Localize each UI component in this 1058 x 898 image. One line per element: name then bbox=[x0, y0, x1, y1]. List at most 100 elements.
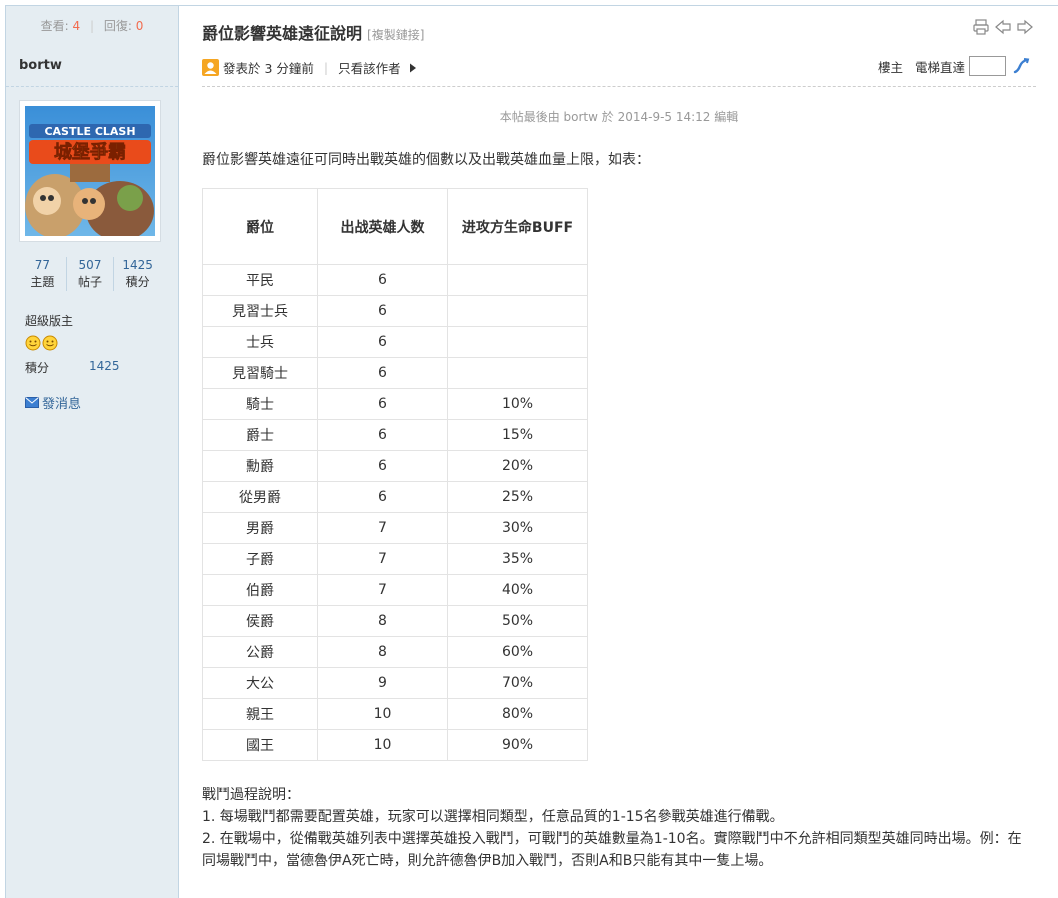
table-row: 平民 6 bbox=[202, 264, 588, 296]
table-cell: 男爵 bbox=[202, 512, 318, 544]
copy-link-button[interactable]: [複製鏈接] bbox=[367, 26, 424, 43]
table-row: 爵士 6 15% bbox=[202, 419, 588, 451]
author-name[interactable]: bortw bbox=[19, 58, 62, 73]
table-cell: 40% bbox=[447, 574, 588, 606]
post-intro: 爵位影響英雄遠征可同時出戰英雄的個數以及出戰英雄血量上限，如表： bbox=[202, 152, 650, 168]
table-row: 見習士兵 6 bbox=[202, 295, 588, 327]
table-row: 士兵 6 bbox=[202, 326, 588, 358]
posts-label: 帖子 bbox=[78, 275, 103, 289]
posts-count[interactable]: 507 帖子 bbox=[65, 257, 114, 291]
envelope-icon bbox=[25, 397, 39, 408]
table-cell: 國王 bbox=[202, 729, 318, 761]
rank-table-body: 爵位 出战英雄人数 进攻方生命BUFF 平民 6 見習士兵 6 士兵 6 見習騎士 6 騎士 6 10% 爵… bbox=[202, 188, 588, 761]
table-cell: 子爵 bbox=[202, 543, 318, 575]
credits-count[interactable]: 1425 積分 bbox=[113, 257, 161, 291]
credits-label: 積分 bbox=[125, 275, 150, 289]
thread-stats: 查看: 4 | 回復: 0 bbox=[6, 6, 178, 46]
post-title: 爵位影響英雄遠征說明 bbox=[202, 24, 363, 43]
table-cell: 9 bbox=[317, 667, 448, 699]
table-row: 見習騎士 6 bbox=[202, 357, 588, 389]
only-author-link[interactable]: 只看該作者 bbox=[338, 58, 401, 77]
floor-jump-input[interactable] bbox=[969, 56, 1007, 76]
table-row: 勳爵 6 20% bbox=[202, 450, 588, 482]
table-cell: 見習士兵 bbox=[202, 295, 318, 327]
print-icon[interactable] bbox=[972, 18, 990, 36]
table-cell bbox=[447, 357, 588, 389]
topics-count[interactable]: 77 主題 bbox=[19, 257, 66, 291]
table-cell: 60% bbox=[447, 636, 588, 668]
table-cell: 80% bbox=[447, 698, 588, 730]
battle-description: 戰鬥過程說明： 1. 每場戰鬥都需要配置英雄，玩家可以選擇相同類型，任意品質的1… bbox=[202, 784, 1032, 872]
previous-thread-icon[interactable] bbox=[994, 18, 1012, 36]
table-header-cell: 出战英雄人数 bbox=[317, 188, 448, 265]
table-cell: 8 bbox=[317, 636, 448, 668]
description-line-1: 1. 每場戰鬥都需要配置英雄，玩家可以選擇相同類型，任意品質的1-15名參戰英雄… bbox=[202, 809, 784, 825]
table-row: 從男爵 6 25% bbox=[202, 481, 588, 513]
table-cell bbox=[447, 264, 588, 296]
table-cell: 6 bbox=[317, 357, 448, 389]
table-cell: 爵士 bbox=[202, 419, 318, 451]
table-cell: 35% bbox=[447, 543, 588, 575]
views-label: 查看: bbox=[40, 19, 69, 33]
table-cell bbox=[447, 326, 588, 358]
table-row: 騎士 6 10% bbox=[202, 388, 588, 420]
sidebar-divider bbox=[6, 86, 178, 87]
table-cell: 70% bbox=[447, 667, 588, 699]
table-cell: 8 bbox=[317, 605, 448, 637]
topics-num: 77 bbox=[34, 258, 50, 272]
table-cell: 25% bbox=[447, 481, 588, 513]
points-value[interactable]: 1425 bbox=[89, 359, 120, 376]
table-row: 大公 9 70% bbox=[202, 667, 588, 699]
views-count: 4 bbox=[72, 19, 81, 33]
author-sidebar: 查看: 4 | 回復: 0 bortw CASTLE CLASH 城堡爭霸 77… bbox=[6, 6, 179, 898]
table-cell: 7 bbox=[317, 512, 448, 544]
rank-table: 爵位 出战英雄人数 进攻方生命BUFF 平民 6 見習士兵 6 士兵 6 見習騎士 6 騎士 6 10% 爵… bbox=[202, 188, 588, 761]
table-cell: 見習騎士 bbox=[202, 357, 318, 389]
send-message-label: 發消息 bbox=[42, 397, 82, 412]
posts-num: 507 bbox=[78, 258, 102, 272]
floor-nav: 樓主 電梯直達 bbox=[878, 56, 1030, 76]
jump-go-icon[interactable] bbox=[1012, 57, 1030, 75]
table-row: 伯爵 7 40% bbox=[202, 574, 588, 606]
avatar[interactable]: CASTLE CLASH 城堡爭霸 bbox=[19, 100, 161, 242]
table-cell: 親王 bbox=[202, 698, 318, 730]
post-meta: 發表於 3 分鐘前 | 只看該作者 bbox=[202, 58, 419, 77]
edited-note: 本帖最後由 bortw 於 2014-9-5 14:12 編輯 bbox=[499, 110, 739, 124]
rank-icons bbox=[25, 335, 58, 351]
avatar-logo-line2: 城堡爭霸 bbox=[54, 141, 126, 163]
smiley-icon bbox=[25, 335, 41, 351]
table-cell: 6 bbox=[317, 481, 448, 513]
play-arrow-icon bbox=[409, 63, 416, 72]
author-counts: 77 主題 507 帖子 1425 積分 bbox=[19, 257, 161, 291]
table-cell: 平民 bbox=[202, 264, 318, 296]
table-cell: 15% bbox=[447, 419, 588, 451]
description-heading: 戰鬥過程說明： bbox=[202, 787, 300, 803]
table-row: 國王 10 90% bbox=[202, 729, 588, 761]
topics-label: 主題 bbox=[30, 275, 55, 289]
elevator-label: 電梯直達 bbox=[915, 59, 966, 75]
header-divider bbox=[202, 86, 1036, 87]
smiley-icon bbox=[42, 335, 58, 351]
user-rank[interactable]: 超級版主 bbox=[25, 312, 73, 329]
table-cell: 10% bbox=[447, 388, 588, 420]
table-cell: 90% bbox=[447, 729, 588, 761]
table-cell: 6 bbox=[317, 295, 448, 327]
table-cell: 大公 bbox=[202, 667, 318, 699]
thread-actions bbox=[972, 18, 1034, 36]
table-row: 侯爵 8 50% bbox=[202, 605, 588, 637]
replies-label: 回復: bbox=[103, 19, 132, 33]
table-cell: 30% bbox=[447, 512, 588, 544]
credits-num: 1425 bbox=[122, 258, 153, 272]
table-cell: 士兵 bbox=[202, 326, 318, 358]
avatar-image: CASTLE CLASH 城堡爭霸 bbox=[25, 106, 155, 236]
stats-divider: | bbox=[89, 19, 95, 33]
description-line-2: 2. 在戰場中，從備戰英雄列表中選擇英雄投入戰鬥，可戰鬥的英雄數量為1-10名。… bbox=[202, 831, 1022, 869]
table-cell: 騎士 bbox=[202, 388, 318, 420]
next-thread-icon[interactable] bbox=[1016, 18, 1034, 36]
posted-time: 發表於 3 分鐘前 bbox=[223, 61, 314, 76]
table-cell: 伯爵 bbox=[202, 574, 318, 606]
title-row: 爵位影響英雄遠征說明 [複製鏈接] bbox=[202, 20, 424, 44]
send-message-link[interactable]: 發消息 bbox=[25, 393, 81, 412]
replies-count: 0 bbox=[135, 19, 144, 33]
table-row: 子爵 7 35% bbox=[202, 543, 588, 575]
